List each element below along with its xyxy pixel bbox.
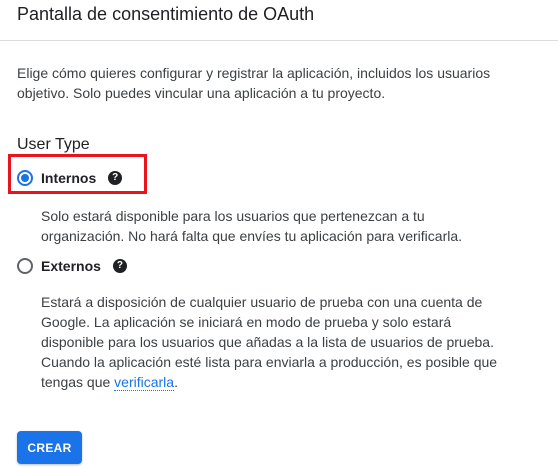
option-label-internos: Internos xyxy=(41,170,97,186)
description-line: Google. La aplicación se iniciará en mod… xyxy=(41,314,452,330)
description-line: Estará a disposición de cualquier usuari… xyxy=(41,294,483,310)
description-line: Solo estará disponible para los usuarios… xyxy=(41,208,425,224)
radio-button-externos[interactable] xyxy=(17,258,33,274)
verify-link[interactable]: verificarla xyxy=(114,374,175,391)
option-description-internos: Solo estará disponible para los usuarios… xyxy=(41,206,541,246)
create-button[interactable]: CREAR xyxy=(17,431,82,464)
description-line: organización. No hará falta que envíes t… xyxy=(41,228,463,244)
option-label-externos: Externos xyxy=(41,258,101,274)
radio-button-internos[interactable] xyxy=(17,170,33,186)
intro-text: Elige cómo quieres configurar y registra… xyxy=(17,63,537,103)
radio-option-internos[interactable]: Internos ? xyxy=(17,168,123,188)
page-header: Pantalla de consentimiento de OAuth xyxy=(0,0,558,41)
description-line: Cuando la aplicación esté lista para env… xyxy=(41,354,498,370)
user-type-title: User Type xyxy=(17,136,90,153)
description-text: . xyxy=(174,374,178,390)
help-icon[interactable]: ? xyxy=(108,171,123,185)
radio-option-externos[interactable]: Externos ? xyxy=(17,256,127,276)
description-line: tengas que verificarla. xyxy=(41,372,541,392)
description-line: disponible para los usuarios que añadas … xyxy=(41,334,494,350)
option-description-externos: Estará a disposición de cualquier usuari… xyxy=(41,292,541,392)
help-icon[interactable]: ? xyxy=(112,259,127,273)
page-title: Pantalla de consentimiento de OAuth xyxy=(17,4,315,24)
intro-line: objetivo. Solo puedes vincular una aplic… xyxy=(17,85,386,101)
description-text: tengas que xyxy=(41,374,115,390)
intro-line: Elige cómo quieres configurar y registra… xyxy=(17,65,491,81)
